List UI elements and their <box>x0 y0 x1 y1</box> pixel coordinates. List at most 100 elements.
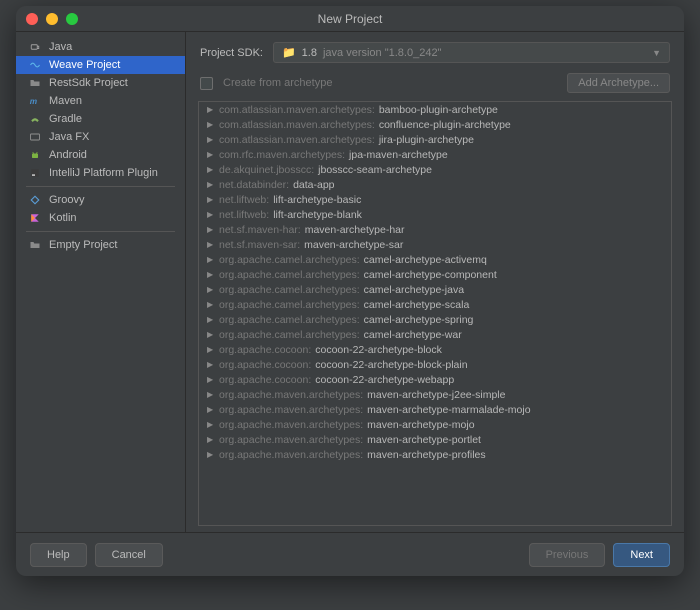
archetype-row[interactable]: ▶org.apache.cocoon:cocoon-22-archetype-w… <box>199 372 671 387</box>
sidebar-item-label: Gradle <box>49 113 82 125</box>
archetype-row[interactable]: ▶net.sf.maven-har:maven-archetype-har <box>199 222 671 237</box>
chevron-right-icon: ▶ <box>207 225 215 234</box>
chevron-right-icon: ▶ <box>207 435 215 444</box>
chevron-right-icon: ▶ <box>207 330 215 339</box>
chevron-right-icon: ▶ <box>207 255 215 264</box>
archetype-row[interactable]: ▶net.sf.maven-sar:maven-archetype-sar <box>199 237 671 252</box>
archetype-group: com.atlassian.maven.archetypes: <box>219 119 375 131</box>
archetype-group: org.apache.cocoon: <box>219 344 311 356</box>
sidebar-separator <box>26 231 175 232</box>
chevron-right-icon: ▶ <box>207 375 215 384</box>
javafx-icon <box>28 131 42 143</box>
archetype-row[interactable]: ▶com.atlassian.maven.archetypes:jira-plu… <box>199 132 671 147</box>
archetype-row[interactable]: ▶net.liftweb:lift-archetype-basic <box>199 192 671 207</box>
archetype-row[interactable]: ▶org.apache.camel.archetypes:camel-arche… <box>199 267 671 282</box>
folder-icon <box>28 77 42 89</box>
previous-button[interactable]: Previous <box>529 543 606 567</box>
archetype-row[interactable]: ▶ de.akquinet.jbosscc: jbosscc-seam-archet… <box>199 162 671 177</box>
chevron-right-icon: ▶ <box>207 285 215 294</box>
sidebar-item-weave-project[interactable]: Weave Project <box>16 56 185 74</box>
archetype-group: de.akquinet.jbosscc: <box>219 164 314 176</box>
archetype-row[interactable]: ▶org.apache.maven.archetypes:maven-arche… <box>199 402 671 417</box>
sdk-version: 1.8 <box>302 47 317 59</box>
dialog-footer: Help Cancel Previous Next <box>16 532 684 576</box>
sidebar-item-label: Android <box>49 149 87 161</box>
weave-icon <box>28 59 42 71</box>
archetype-row[interactable]: ▶org.apache.camel.archetypes:camel-arche… <box>199 297 671 312</box>
chevron-right-icon: ▶ <box>207 390 215 399</box>
sidebar-item-empty-project[interactable]: Empty Project <box>16 236 185 254</box>
chevron-down-icon: ▼ <box>652 48 661 58</box>
archetype-row[interactable]: ▶com.rfc.maven.archetypes:jpa-maven-arch… <box>199 147 671 162</box>
archetype-artifact: maven-archetype-profiles <box>367 449 485 461</box>
create-from-archetype-label: Create from archetype <box>223 77 332 89</box>
sidebar-item-label: Kotlin <box>49 212 77 224</box>
sidebar-item-java-fx[interactable]: Java FX <box>16 128 185 146</box>
next-button[interactable]: Next <box>613 543 670 567</box>
archetype-group: org.apache.maven.archetypes: <box>219 419 363 431</box>
sidebar-item-label: IntelliJ Platform Plugin <box>49 167 158 179</box>
archetype-artifact: jira-plugin-archetype <box>379 134 474 146</box>
archetype-list[interactable]: ▶com.atlassian.maven.archetypes:bamboo-p… <box>198 101 672 526</box>
archetype-row[interactable]: ▶org.apache.maven.archetypes:maven-arche… <box>199 447 671 462</box>
archetype-row[interactable]: ▶org.apache.camel.archetypes:camel-arche… <box>199 327 671 342</box>
archetype-row[interactable]: ▶ net.databinder: data-app <box>199 177 671 192</box>
archetype-row[interactable]: ▶org.apache.maven.archetypes:maven-arche… <box>199 432 671 447</box>
archetype-group: net.liftweb: <box>219 194 269 206</box>
archetype-row[interactable]: ▶org.apache.cocoon:cocoon-22-archetype-b… <box>199 342 671 357</box>
java-icon <box>28 41 42 53</box>
kotlin-icon <box>28 212 42 224</box>
add-archetype-button[interactable]: Add Archetype... <box>567 73 670 93</box>
sidebar-item-intellij-platform-plugin[interactable]: IntelliJ Platform Plugin <box>16 164 185 182</box>
archetype-artifact: maven-archetype-marmalade-mojo <box>367 404 530 416</box>
maven-icon: m <box>28 95 42 107</box>
sidebar-item-android[interactable]: Android <box>16 146 185 164</box>
archetype-group: com.atlassian.maven.archetypes: <box>219 104 375 116</box>
cancel-button[interactable]: Cancel <box>95 543 163 567</box>
sidebar-item-label: Java <box>49 41 72 53</box>
archetype-artifact: camel-archetype-war <box>364 329 462 341</box>
sidebar-item-kotlin[interactable]: Kotlin <box>16 209 185 227</box>
archetype-artifact: jbosscc-seam-archetype <box>318 164 432 176</box>
archetype-artifact: camel-archetype-component <box>364 269 497 281</box>
chevron-right-icon: ▶ <box>207 120 215 129</box>
chevron-right-icon: ▶ <box>207 210 215 219</box>
archetype-artifact: cocoon-22-archetype-block <box>315 344 442 356</box>
archetype-row[interactable]: ▶net.liftweb:lift-archetype-blank <box>199 207 671 222</box>
sidebar-item-maven[interactable]: mMaven <box>16 92 185 110</box>
window-title: New Project <box>16 12 684 26</box>
archetype-group: org.apache.camel.archetypes: <box>219 299 360 311</box>
titlebar[interactable]: New Project <box>16 6 684 32</box>
help-button[interactable]: Help <box>30 543 87 567</box>
archetype-artifact: maven-archetype-j2ee-simple <box>367 389 505 401</box>
sidebar-item-label: Empty Project <box>49 239 117 251</box>
project-type-sidebar: Java Weave Project RestSdk ProjectmMaven Gr… <box>16 32 186 532</box>
sidebar-item-groovy[interactable]: Groovy <box>16 191 185 209</box>
archetype-row[interactable]: ▶org.apache.maven.archetypes:maven-arche… <box>199 387 671 402</box>
sidebar-item-restsdk-project[interactable]: RestSdk Project <box>16 74 185 92</box>
archetype-artifact: cocoon-22-archetype-block-plain <box>315 359 467 371</box>
archetype-artifact: lift-archetype-blank <box>273 209 362 221</box>
archetype-row[interactable]: ▶com.atlassian.maven.archetypes:confluen… <box>199 117 671 132</box>
sidebar-item-label: Weave Project <box>49 59 120 71</box>
sdk-dropdown[interactable]: 📁 1.8 java version "1.8.0_242" ▼ <box>273 42 670 63</box>
archetype-row[interactable]: ▶com.atlassian.maven.archetypes:bamboo-p… <box>199 102 671 117</box>
folder-icon <box>28 239 42 251</box>
sidebar-item-java[interactable]: Java <box>16 38 185 56</box>
gradle-icon <box>28 113 42 125</box>
archetype-row[interactable]: ▶org.apache.camel.archetypes:camel-arche… <box>199 252 671 267</box>
chevron-right-icon: ▶ <box>207 180 215 189</box>
create-from-archetype-checkbox[interactable] <box>200 77 213 90</box>
archetype-group: com.atlassian.maven.archetypes: <box>219 134 375 146</box>
archetype-artifact: data-app <box>293 179 334 191</box>
chevron-right-icon: ▶ <box>207 165 215 174</box>
folder-icon: 📁 <box>282 46 296 59</box>
archetype-row[interactable]: ▶org.apache.camel.archetypes:camel-arche… <box>199 312 671 327</box>
archetype-artifact: camel-archetype-spring <box>364 314 474 326</box>
archetype-artifact: lift-archetype-basic <box>273 194 361 206</box>
archetype-group: net.databinder: <box>219 179 289 191</box>
sidebar-item-gradle[interactable]: Gradle <box>16 110 185 128</box>
archetype-row[interactable]: ▶org.apache.cocoon:cocoon-22-archetype-b… <box>199 357 671 372</box>
archetype-row[interactable]: ▶org.apache.camel.archetypes:camel-arche… <box>199 282 671 297</box>
archetype-row[interactable]: ▶org.apache.maven.archetypes:maven-arche… <box>199 417 671 432</box>
